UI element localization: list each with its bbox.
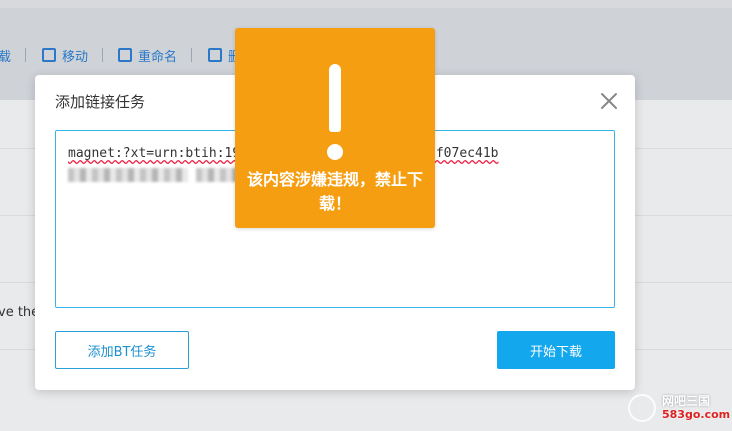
window-top-bar bbox=[0, 0, 732, 8]
start-download-button[interactable]: 开始下载 bbox=[497, 331, 615, 369]
move-icon bbox=[42, 48, 56, 62]
add-bt-task-button[interactable]: 添加BT任务 bbox=[55, 331, 189, 369]
trash-icon bbox=[208, 48, 222, 62]
site-watermark: 网吧三国 583go.com bbox=[628, 388, 732, 428]
close-icon bbox=[601, 93, 617, 109]
toolbar-item-move[interactable]: 移动 bbox=[42, 45, 104, 65]
background-row-text: ve the bbox=[0, 305, 40, 320]
watermark-name: 网吧三国 bbox=[662, 394, 711, 408]
toolbar-item-rename[interactable]: 重命名 bbox=[118, 45, 193, 65]
toolbar-item-label: 重命名 bbox=[138, 49, 178, 65]
dialog-title: 添加链接任务 bbox=[55, 93, 146, 111]
warning-message: 该内容涉嫌违规，禁止下载！ bbox=[246, 170, 423, 213]
toolbar-item-label: 载 bbox=[0, 49, 12, 65]
toolbar-separator bbox=[25, 48, 27, 62]
redacted-text bbox=[68, 167, 188, 182]
close-button[interactable] bbox=[600, 92, 618, 110]
violation-warning-toast: 该内容涉嫌违规，禁止下载！ bbox=[235, 28, 435, 228]
watermark-site: 583go.com bbox=[662, 408, 731, 421]
watermark-logo-icon bbox=[628, 394, 656, 422]
toolbar-item-download[interactable]: 载 bbox=[0, 45, 27, 65]
toolbar-separator bbox=[191, 48, 193, 62]
exclamation-icon bbox=[326, 64, 344, 164]
toolbar-item-label: 移动 bbox=[62, 49, 89, 65]
rename-icon bbox=[118, 48, 132, 62]
toolbar-separator bbox=[102, 48, 104, 62]
